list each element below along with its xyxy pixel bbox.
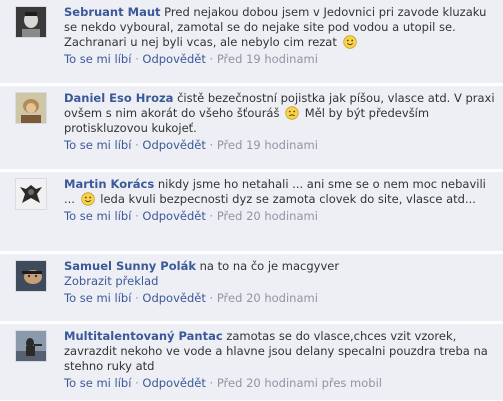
comment-body: Daniel Eso Hroza čistě bezečnostní pojis… [64, 91, 497, 153]
comment-author[interactable]: Daniel Eso Hroza [64, 91, 173, 105]
like-link[interactable]: To se mi líbí [64, 291, 131, 305]
avatar-image [16, 261, 46, 291]
comment-author[interactable]: Martin Korács [64, 177, 154, 191]
comment-body: Multitalentovaný Pantac zamotas se do vl… [64, 329, 497, 391]
timestamp[interactable]: Před 20 hodinami přes mobil [217, 376, 382, 390]
timestamp[interactable]: Před 20 hodinami [217, 209, 318, 223]
comment-item: Sebruant Maut Pred nejakou dobou jsem v … [0, 0, 503, 84]
avatar-image [16, 7, 46, 37]
avatar-image [16, 179, 46, 209]
comment-item: Multitalentovaný Pantac zamotas se do vl… [0, 324, 503, 401]
like-link[interactable]: To se mi líbí [64, 138, 131, 152]
comment-body: Martin Korács nikdy jsme ho netahali ...… [64, 177, 497, 224]
comment-meta: To se mi líbí · Odpovědět · Před 20 hodi… [64, 376, 497, 391]
frown-emoticon-icon [285, 106, 299, 120]
comment-author[interactable]: Samuel Sunny Polák [64, 259, 196, 273]
avatar[interactable] [15, 178, 47, 210]
comment-text: na to na čo je macgyver [199, 259, 340, 273]
reply-link[interactable]: Odpovědět [142, 376, 205, 390]
separator: · [135, 376, 139, 390]
comment-item: Samuel Sunny Polák na to na čo je macgyv… [0, 254, 503, 322]
reply-link[interactable]: Odpovědět [142, 209, 205, 223]
separator: · [209, 291, 214, 305]
avatar[interactable] [15, 260, 47, 292]
comment-meta: To se mi líbí · Odpovědět · Před 20 hodi… [64, 209, 497, 224]
avatar[interactable] [15, 330, 47, 362]
like-link[interactable]: To se mi líbí [64, 209, 131, 223]
smile-emoticon-icon [342, 35, 357, 49]
comment-author[interactable]: Sebruant Maut [64, 5, 161, 19]
comment-meta: To se mi líbí · Odpovědět · Před 19 hodi… [64, 52, 497, 67]
comment-meta: To se mi líbí · Odpovědět · Před 19 hodi… [64, 138, 497, 153]
separator: · [209, 376, 214, 390]
reply-link[interactable]: Odpovědět [142, 52, 205, 66]
comment-item: Martin Korács nikdy jsme ho netahali ...… [0, 172, 503, 252]
avatar-image [16, 93, 46, 123]
comment-body: Samuel Sunny Polák na to na čo je macgyv… [64, 259, 497, 306]
comment-text-continued: leda kvuli bezpecnosti dyz se zamota clo… [100, 192, 476, 206]
like-link[interactable]: To se mi líbí [64, 376, 131, 390]
comment-item: Daniel Eso Hroza čistě bezečnostní pojis… [0, 86, 503, 170]
separator: · [135, 138, 139, 152]
like-link[interactable]: To se mi líbí [64, 52, 131, 66]
comment-meta: To se mi líbí · Odpovědět · Před 20 hodi… [64, 291, 497, 306]
avatar[interactable] [15, 92, 47, 124]
separator: · [135, 291, 139, 305]
timestamp[interactable]: Před 19 hodinami [217, 52, 318, 66]
avatar[interactable] [15, 6, 47, 38]
separator: · [209, 138, 214, 152]
reply-link[interactable]: Odpovědět [142, 291, 205, 305]
comment-body: Sebruant Maut Pred nejakou dobou jsem v … [64, 5, 497, 67]
reply-link[interactable]: Odpovědět [142, 138, 205, 152]
timestamp[interactable]: Před 19 hodinami [217, 138, 318, 152]
separator: · [135, 52, 139, 66]
comment-feed: Sebruant Maut Pred nejakou dobou jsem v … [0, 0, 503, 401]
avatar-image [16, 331, 46, 361]
separator: · [209, 209, 214, 223]
translate-link[interactable]: Zobrazit překlad [64, 274, 497, 289]
separator: · [209, 52, 214, 66]
smile-emoticon-icon [80, 192, 95, 206]
timestamp[interactable]: Před 20 hodinami [217, 291, 318, 305]
comment-author[interactable]: Multitalentovaný Pantac [64, 329, 223, 343]
separator: · [135, 209, 139, 223]
